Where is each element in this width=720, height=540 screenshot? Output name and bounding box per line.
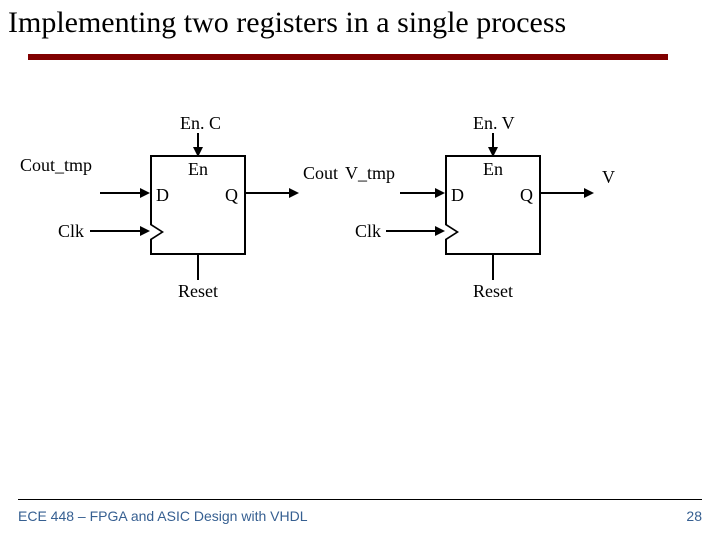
reg2-clk-label: Clk (355, 221, 381, 242)
reg1-reset-label: Reset (178, 281, 218, 302)
reg1-q-arrow-icon (289, 188, 299, 198)
reg1-input-net-label: Cout_tmp (20, 155, 92, 176)
reg2-reset-wire (492, 255, 494, 280)
reg1-q-label: Q (225, 185, 238, 206)
reg1-enable-net-label: En. C (180, 113, 221, 134)
reg1-enable-arrow-icon (193, 147, 203, 157)
reg2-clk-arrow-icon (435, 226, 445, 236)
reg1-clk-label: Clk (58, 221, 84, 242)
register-cout: En D Q (150, 155, 246, 255)
reg1-d-label: D (156, 185, 169, 206)
reg2-d-arrow-icon (435, 188, 445, 198)
reg2-q-wire (541, 192, 586, 194)
reg1-clk-wire (90, 230, 140, 232)
reg2-d-wire (400, 192, 437, 194)
reg1-en-label: En (152, 159, 244, 180)
reg2-output-net-label: V (602, 167, 615, 188)
register-v: En D Q (445, 155, 541, 255)
reg2-q-arrow-icon (584, 188, 594, 198)
reg2-q-label: Q (520, 185, 533, 206)
reg2-d-label: D (451, 185, 464, 206)
reg1-reset-wire (197, 255, 199, 280)
reg2-en-label: En (447, 159, 539, 180)
reg2-clock-triangle-icon (445, 223, 459, 241)
footer-rule (18, 499, 702, 500)
reg2-enable-net-label: En. V (473, 113, 515, 134)
reg1-q-wire (246, 192, 291, 194)
reg2-clk-wire (386, 230, 436, 232)
footer-course: ECE 448 – FPGA and ASIC Design with VHDL (18, 508, 307, 524)
slide-title: Implementing two registers in a single p… (8, 6, 712, 40)
reg2-input-net-label: V_tmp (345, 163, 395, 184)
reg2-enable-arrow-icon (488, 147, 498, 157)
title-underline (28, 54, 668, 60)
reg1-clk-arrow-icon (140, 226, 150, 236)
reg1-output-net-label: Cout (303, 163, 338, 184)
reg2-reset-label: Reset (473, 281, 513, 302)
reg1-d-arrow-icon (140, 188, 150, 198)
diagram-stage: En D Q En. C Cout_tmp Cout Clk Reset En … (0, 115, 720, 415)
reg1-clock-triangle-icon (150, 223, 164, 241)
slide: Implementing two registers in a single p… (0, 0, 720, 540)
reg1-d-wire (100, 192, 142, 194)
footer-page-number: 28 (686, 508, 702, 524)
